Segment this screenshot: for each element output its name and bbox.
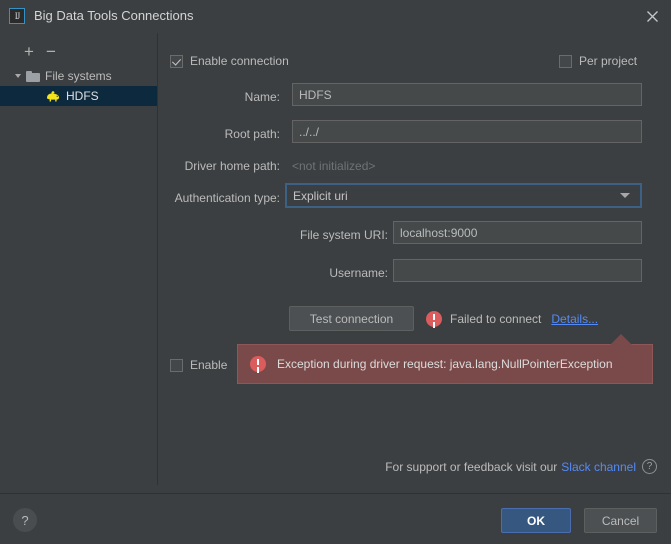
window-title: Big Data Tools Connections [34,8,194,23]
big-data-tools-connections-dialog: IJ Big Data Tools Connections + − File s… [0,0,671,544]
driver-home-path-label: Driver home path: [184,159,280,173]
footer-separator [0,493,671,494]
tree-node-label: File systems [45,69,112,83]
connection-settings-panel: Enable connection Per project Name: Root… [158,31,671,488]
error-balloon-message: Exception during driver request: java.la… [277,357,613,371]
per-project-label: Per project [579,54,638,68]
enable-bottom-label: Enable [190,358,228,372]
remove-connection-button[interactable]: − [40,40,62,62]
cancel-button[interactable]: Cancel [584,508,657,533]
connection-status: Failed to connect Details... [426,311,598,327]
chevron-down-icon[interactable] [15,74,21,78]
tree-node-hdfs[interactable]: HDFS [0,86,157,106]
chevron-down-icon[interactable] [620,193,630,198]
checkbox-box [559,54,572,68]
balloon-arrow [610,334,632,345]
connections-tree-panel: + − File systems HDFS [0,31,157,488]
error-balloon-tooltip: Exception during driver request: java.la… [237,334,653,384]
details-link[interactable]: Details... [551,312,598,326]
test-connection-button[interactable]: Test connection [289,306,414,331]
tree-node-label: HDFS [66,89,99,103]
hadoop-elephant-icon [46,90,60,103]
authentication-type-select[interactable]: Explicit uri [285,183,642,208]
name-label: Name: [244,90,280,104]
tree-node-file-systems[interactable]: File systems [0,66,157,86]
driver-home-path-value: <not initialized> [292,159,376,173]
question-mark-icon[interactable]: ? [642,459,657,474]
root-path-input[interactable] [292,120,642,143]
per-project-checkbox[interactable]: Per project [559,54,637,68]
connection-status-text: Failed to connect [450,312,542,326]
error-icon [426,311,442,327]
connections-tree: File systems HDFS [0,66,157,106]
folder-icon [26,70,40,82]
support-line: For support or feedback visit our Slack … [385,459,657,474]
tree-toolbar: + − [0,39,157,63]
enable-bottom-checkbox[interactable]: Enable [170,358,227,372]
close-icon[interactable] [641,6,663,26]
enable-connection-label: Enable connection [190,54,289,68]
enable-connection-checkbox[interactable]: Enable connection [170,54,289,68]
file-system-uri-label: File system URI: [299,228,388,242]
file-system-uri-input[interactable] [393,221,642,244]
authentication-type-label: Authentication type: [174,191,280,205]
help-button[interactable]: ? [13,508,37,532]
intellij-idea-icon: IJ [9,7,25,24]
username-label: Username: [329,266,388,280]
support-text: For support or feedback visit our [385,459,558,474]
name-input[interactable] [292,83,642,106]
title-bar: IJ Big Data Tools Connections [0,0,671,31]
error-icon [250,356,266,372]
add-connection-button[interactable]: + [18,40,40,62]
root-path-label: Root path: [224,127,280,141]
ok-button[interactable]: OK [501,508,571,533]
checkbox-box [170,358,183,372]
slack-channel-link[interactable]: Slack channel [561,460,636,474]
authentication-type-value: Explicit uri [293,188,348,203]
checkbox-box [170,54,183,68]
username-input[interactable] [393,259,642,282]
